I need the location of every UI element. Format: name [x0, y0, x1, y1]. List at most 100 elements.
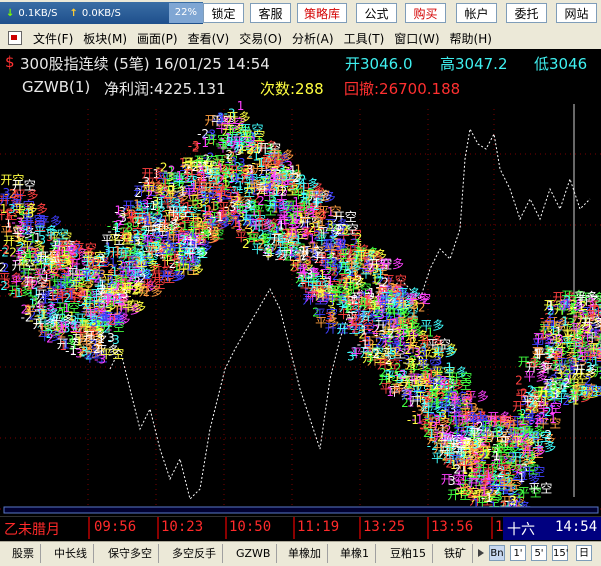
customer-service-button[interactable]: 客服 [250, 3, 291, 23]
low-price: 低3046 [534, 53, 587, 74]
trade-marker: 1 [408, 318, 416, 332]
chart-title: 300股指连续 (5笔) 16/01/25 14:54 [20, 53, 270, 74]
lunar-date: 乙未腊月 [4, 519, 60, 539]
period-1min[interactable]: 1' [510, 545, 526, 561]
tab-gzwb[interactable]: GZWB [230, 544, 277, 563]
menu-file[interactable]: 文件(F) [28, 30, 78, 47]
lock-button[interactable]: 锁定 [203, 3, 244, 23]
menu-tools[interactable]: 工具(T) [339, 30, 390, 47]
trade-marker: 开多 [581, 316, 601, 330]
download-speed-value: 0.1KB/S [18, 8, 57, 19]
period-15min[interactable]: 15' [552, 545, 568, 561]
formula-button[interactable]: 公式 [356, 3, 397, 23]
menu-help[interactable]: 帮助(H) [445, 30, 497, 47]
trade-marker: 1 [133, 197, 141, 211]
period-5min[interactable]: 5' [531, 545, 547, 561]
menu-bar: 文件(F) 板块(M) 画面(P) 查看(V) 交易(O) 分析(A) 工具(T… [0, 27, 601, 50]
period-tick[interactable]: Bn [489, 545, 505, 561]
website-button[interactable]: 网站 [556, 3, 597, 23]
buy-button[interactable]: 购买 [405, 3, 446, 23]
chart-canvas[interactable]: 开空开多开空2平空开空2-3-2开多1233平多-2平多开空232平空-13-2… [0, 49, 601, 516]
trade-marker: 3 [435, 354, 443, 368]
trade-marker: 3 [556, 332, 564, 346]
time-separator [225, 517, 227, 539]
net-profit: 净利润:4225.131 [104, 78, 226, 99]
time-separator [427, 517, 429, 539]
trade-marker: 2 [515, 373, 523, 387]
trade-marker: 2 [527, 383, 535, 397]
strategy-library-button[interactable]: 策略库 [297, 3, 347, 23]
trade-marker: 3 [3, 186, 11, 200]
time-separator [88, 517, 90, 539]
app-icon[interactable] [8, 31, 22, 45]
trade-count: 次数:288 [260, 78, 324, 99]
upload-speed-value: 0.0KB/S [82, 8, 121, 19]
trade-marker: 2 [233, 194, 241, 208]
tab-scroll-right-icon[interactable] [477, 546, 485, 560]
tab-soymeal[interactable]: 豆粕15 [384, 544, 433, 563]
entrust-button[interactable]: 委托 [506, 3, 547, 23]
trade-marker: -2 [69, 241, 81, 255]
tab-bar: 股票 中长线 保守多空 多空反手 GZWB 单橡加 单橡1 豆粕15 铁矿 Bn… [0, 541, 601, 566]
trade-marker: 3 [31, 294, 39, 308]
trade-marker: 1 [184, 200, 192, 214]
time-label: 11:19 [297, 519, 339, 535]
indicator-name: GZWB(1) [22, 78, 90, 96]
menu-analysis[interactable]: 分析(A) [287, 30, 339, 47]
trade-marker: 平空 [100, 347, 124, 361]
time-label: 10:50 [229, 519, 271, 535]
period-daily[interactable]: 日 [576, 545, 592, 561]
trade-marker: 2 [2, 261, 10, 275]
tab-rubber-add[interactable]: 单橡加 [282, 544, 328, 563]
arrow-down-icon: ↓ [6, 8, 14, 19]
trade-marker: 3 [199, 245, 207, 259]
tab-mid-long[interactable]: 中长线 [48, 544, 94, 563]
upload-speed: ↑ 0.0KB/S [63, 8, 126, 19]
trade-marker: 2 [445, 456, 453, 470]
tab-conservative[interactable]: 保守多空 [102, 544, 159, 563]
drawdown: 回撤:26700.188 [344, 78, 460, 99]
top-toolbar: ↓ 0.1KB/S ↑ 0.0KB/S 22% 锁定 客服 策略库 公式 购买 … [0, 0, 601, 28]
menu-sector[interactable]: 板块(M) [78, 30, 132, 47]
menu-screen[interactable]: 画面(P) [132, 30, 183, 47]
scroll-strip[interactable] [4, 507, 598, 513]
time-label: 09:56 [94, 519, 136, 535]
download-speed: ↓ 0.1KB/S [0, 8, 63, 19]
time-separator [491, 517, 493, 539]
trade-marker: -3 [149, 205, 161, 219]
trade-marker: 3 [570, 293, 578, 307]
cpu-percent: 22% [169, 3, 203, 23]
time-label: 13:25 [363, 519, 405, 535]
day-label: 十六 [507, 519, 535, 539]
tab-stock[interactable]: 股票 [6, 544, 41, 563]
menu-trade[interactable]: 交易(O) [234, 30, 287, 47]
tab-iron-ore[interactable]: 铁矿 [438, 544, 473, 563]
trade-marker: 2 [46, 332, 54, 346]
trade-marker: 3 [281, 169, 289, 183]
trade-marker: 3 [328, 310, 336, 324]
tab-reverse[interactable]: 多空反手 [166, 544, 223, 563]
trade-marker: 3 [238, 156, 246, 170]
trade-marker: 1 [4, 208, 12, 222]
trade-marker: 1 [187, 235, 195, 249]
trade-marker: 3 [86, 343, 94, 357]
menu-window[interactable]: 窗口(W) [389, 30, 444, 47]
trade-marker: 平空 [528, 482, 552, 496]
trade-marker: -1 [593, 304, 601, 318]
trade-marker: 平多 [122, 300, 146, 314]
symbol-marker: $ [5, 53, 15, 71]
menu-view[interactable]: 查看(V) [183, 30, 235, 47]
time-separator [293, 517, 295, 539]
trade-marker: 1 [210, 199, 218, 213]
trade-marker: 3 [129, 242, 137, 256]
trade-marker: 2 [483, 447, 491, 461]
trade-marker: 1 [113, 303, 121, 317]
current-time: 14:54 [555, 519, 597, 535]
time-separator [157, 517, 159, 539]
time-label: 10:23 [161, 519, 203, 535]
account-button[interactable]: 帐户 [456, 3, 497, 23]
tab-rubber-1[interactable]: 单橡1 [334, 544, 376, 563]
chart-panel[interactable]: 开空开多开空2平空开空2-3-2开多1233平多-2平多开空232平空-13-2… [0, 49, 601, 516]
trade-marker: 开多 [522, 444, 546, 458]
trade-marker: 3 [304, 254, 312, 268]
